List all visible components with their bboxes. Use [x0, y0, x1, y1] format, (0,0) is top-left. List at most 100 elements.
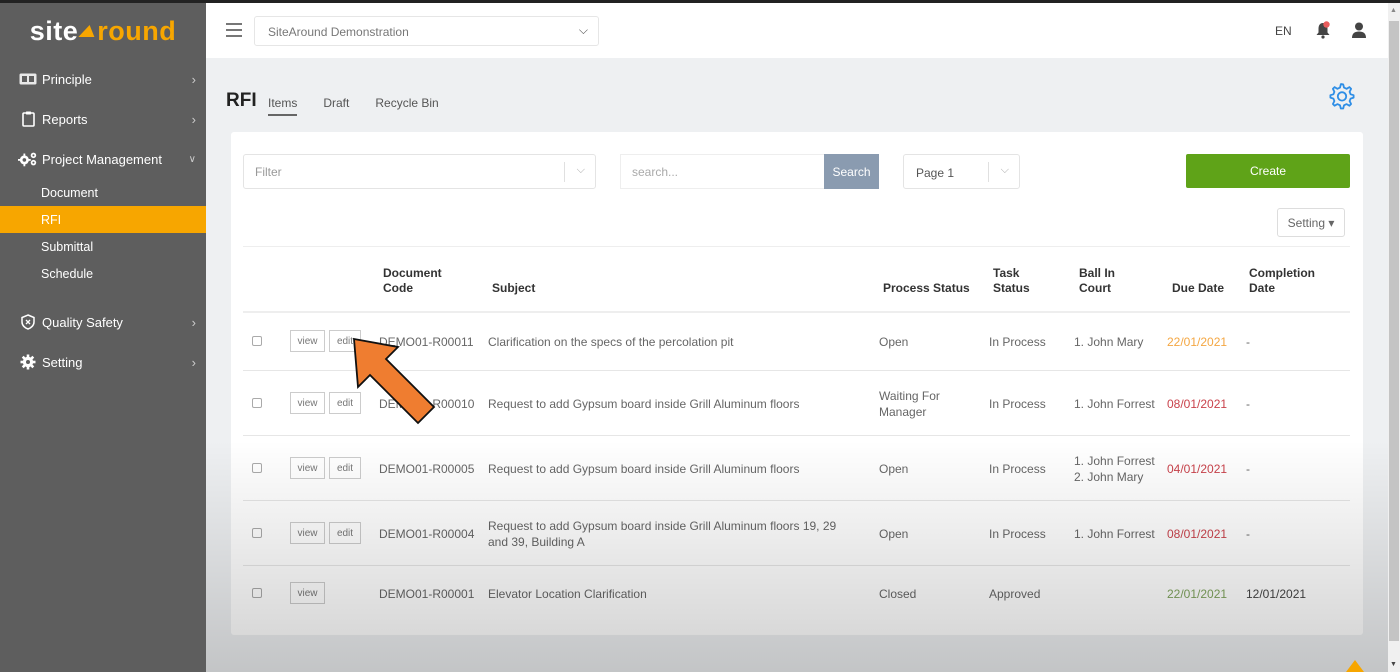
th-process-status[interactable]: Process Status [883, 281, 970, 296]
user-avatar-icon[interactable] [1351, 21, 1367, 39]
sidebar-item-label: Principle [42, 71, 92, 87]
row-checkbox[interactable] [252, 588, 262, 598]
edit-button[interactable]: edit [329, 522, 361, 544]
th-due-date[interactable]: Due Date [1172, 281, 1224, 296]
row-checkbox[interactable] [252, 528, 262, 538]
language-selector[interactable]: EN [1275, 24, 1292, 38]
tab-items[interactable]: Items [268, 96, 298, 116]
th-document-code[interactable]: Document Code [383, 266, 442, 296]
gear-icon [18, 354, 38, 370]
column-setting-dropdown[interactable]: Setting ▾ [1277, 208, 1345, 237]
sidebar-subitem-label: RFI [41, 212, 62, 227]
cell-subject[interactable]: Clarification on the specs of the percol… [488, 334, 858, 350]
page-scrollbar[interactable]: ▲ ▼ [1388, 3, 1400, 672]
cell-due-date: 08/01/2021 [1167, 527, 1228, 541]
sidebar-subitem-submittal[interactable]: Submittal [0, 233, 206, 260]
cell-completion-date: - [1246, 397, 1250, 411]
cell-task-status: In Process [989, 335, 1046, 349]
logo[interactable]: site round [0, 3, 206, 59]
window-top-border [0, 0, 1400, 3]
sidebar-subitem-label: Schedule [41, 266, 94, 281]
th-line: Ball In [1079, 266, 1116, 280]
chevron-right-icon: › [191, 354, 196, 370]
project-select[interactable]: SiteAround Demonstration ⌵ [254, 16, 599, 46]
rfi-list-card: Filter ⌵ search... Search Page 1 ⌵ Creat… [231, 132, 1363, 635]
view-button[interactable]: view [290, 582, 325, 604]
row-checkbox[interactable] [252, 398, 262, 408]
edit-button[interactable]: edit [329, 330, 361, 352]
cell-subject[interactable]: Elevator Location Clarification [488, 586, 858, 602]
th-task-status[interactable]: Task Status [993, 266, 1030, 296]
page-select[interactable]: Page 1 ⌵ [903, 154, 1020, 189]
search-input[interactable]: search... [620, 154, 824, 189]
view-button[interactable]: view [290, 522, 325, 544]
cell-process-status: Open [879, 462, 909, 476]
sidebar-subitem-document[interactable]: Document [0, 179, 206, 206]
cell-document-code[interactable]: DEMO01-R00010 [379, 396, 474, 412]
view-button[interactable]: view [290, 330, 325, 352]
row-checkbox[interactable] [252, 463, 262, 473]
cell-due-date: 22/01/2021 [1167, 587, 1228, 601]
shield-icon [18, 314, 38, 330]
gears-icon [18, 151, 38, 167]
sidebar-item-quality-safety[interactable]: Quality Safety › [0, 302, 206, 342]
filter-select[interactable]: Filter ⌵ [243, 154, 596, 189]
tab-recycle-bin[interactable]: Recycle Bin [375, 96, 438, 116]
table-row: view edit DEMO01-R00011 Clarification on… [243, 313, 1350, 371]
cell-document-code[interactable]: DEMO01-R00005 [379, 461, 474, 477]
cell-subject[interactable]: Request to add Gypsum board inside Grill… [488, 461, 858, 477]
scroll-down-icon[interactable]: ▼ [1390, 661, 1397, 668]
edit-button[interactable]: edit [329, 457, 361, 479]
cell-task-status: In Process [989, 462, 1046, 476]
cell-process-status: Waiting For Manager [879, 389, 940, 419]
view-button[interactable]: view [290, 457, 325, 479]
cell-subject[interactable]: Request to add Gypsum board inside Grill… [488, 396, 858, 412]
project-select-value: SiteAround Demonstration [268, 25, 409, 39]
sidebar-item-label: Quality Safety [42, 314, 123, 330]
cell-task-status: In Process [989, 527, 1046, 541]
th-line: Status [993, 281, 1030, 295]
search-button[interactable]: Search [824, 154, 879, 189]
sidebar-subitem-schedule[interactable]: Schedule [0, 260, 206, 287]
notification-bell-icon[interactable] [1315, 21, 1331, 39]
edit-button[interactable]: edit [329, 392, 361, 414]
hamburger-menu-icon[interactable] [226, 23, 242, 37]
cell-document-code[interactable]: DEMO01-R00004 [379, 526, 474, 542]
th-ball-in-court[interactable]: Ball In Court [1079, 266, 1115, 296]
cell-document-code[interactable]: DEMO01-R00011 [379, 334, 474, 350]
tab-draft[interactable]: Draft [323, 96, 349, 116]
cell-ball-in-court: 1. John Forrest 2. John Mary [1074, 454, 1155, 484]
create-button[interactable]: Create [1186, 154, 1350, 188]
cell-ball-in-court: 1. John Forrest [1074, 397, 1155, 411]
sidebar-item-label: Setting [42, 354, 83, 370]
cell-process-status: Open [879, 527, 909, 541]
sidebar-item-project-management[interactable]: Project Management ∨ [0, 139, 206, 179]
th-line: Code [383, 281, 413, 295]
scroll-up-icon[interactable]: ▲ [1390, 7, 1397, 14]
scroll-top-triangle-icon[interactable] [1346, 660, 1364, 672]
sidebar-item-reports[interactable]: Reports › [0, 99, 206, 139]
th-subject[interactable]: Subject [492, 281, 535, 296]
filter-placeholder: Filter [255, 165, 282, 179]
sidebar-item-principle[interactable]: Principle › [0, 59, 206, 99]
clipboard-icon [18, 111, 38, 127]
page-title: RFI [226, 90, 257, 111]
scrollbar-thumb[interactable] [1389, 21, 1399, 641]
view-button[interactable]: view [290, 392, 325, 414]
table-row: view DEMO01-R00001 Elevator Location Cla… [243, 566, 1350, 626]
sidebar-subitem-rfi[interactable]: RFI [0, 206, 206, 233]
cell-completion-date: - [1246, 335, 1250, 349]
cell-document-code[interactable]: DEMO01-R00001 [379, 586, 474, 602]
cell-subject[interactable]: Request to add Gypsum board inside Grill… [488, 518, 858, 550]
select-separator [988, 162, 989, 182]
sidebar-item-setting[interactable]: Setting › [0, 342, 206, 382]
th-completion-date[interactable]: Completion Date [1249, 266, 1315, 296]
cell-process-status: Open [879, 335, 909, 349]
sidebar-item-label: Reports [42, 111, 88, 127]
settings-gear-icon[interactable] [1326, 81, 1356, 111]
sidebar-item-label: Project Management [42, 151, 162, 167]
cell-ball-in-court: 1. John Forrest [1074, 527, 1155, 541]
table-row: view edit DEMO01-R00004 Request to add G… [243, 501, 1350, 566]
row-checkbox[interactable] [252, 336, 262, 346]
cell-task-status: In Process [989, 397, 1046, 411]
